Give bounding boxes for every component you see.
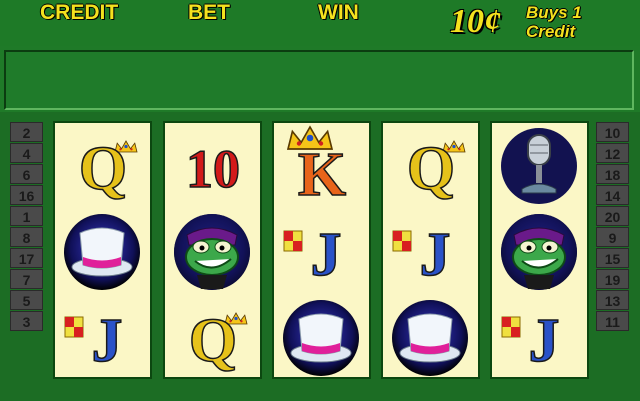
card-symbol-k: K [274,123,369,210]
payline-indicator[interactable]: 4 [10,143,43,163]
payline-indicator[interactable]: 9 [596,227,629,247]
top-hat-symbol [274,295,369,381]
svg-text:Q: Q [79,135,127,203]
payline-indicator[interactable]: 19 [596,269,629,289]
svg-text:Q: Q [189,307,237,375]
svg-text:K: K [298,141,346,209]
reel-1: Q J [53,121,152,379]
microphone-symbol [492,123,587,209]
payline-indicator[interactable]: 13 [596,290,629,310]
payline-indicator[interactable]: 10 [596,122,629,142]
payline-indicator[interactable]: 11 [596,311,629,331]
top-bar: CREDIT BET WIN 10¢ Buys 1 Credit [0,0,640,46]
message-box [4,50,634,110]
svg-text:J: J [92,307,123,375]
card-symbol-j: J [383,209,478,295]
card-symbol-10: 10 [165,123,260,209]
top-hat-symbol [55,209,150,295]
paylines-left: 2 4 6 16 1 8 17 7 5 3 [10,122,43,332]
reel-3: K J [272,121,371,379]
card-symbol-j: J [274,209,369,295]
payline-indicator[interactable]: 7 [10,269,43,289]
payline-indicator[interactable]: 14 [596,185,629,205]
payline-indicator[interactable]: 2 [10,122,43,142]
payline-indicator[interactable]: 12 [596,143,629,163]
reel-5: J [490,121,589,379]
payline-indicator[interactable]: 3 [10,311,43,331]
bet-label: BET [188,1,230,24]
svg-text:J: J [420,221,451,289]
svg-text:J: J [529,307,560,375]
payline-indicator[interactable]: 5 [10,290,43,310]
payline-indicator[interactable]: 1 [10,206,43,226]
card-symbol-q: Q [55,123,150,209]
denomination: 10¢ [450,3,501,40]
card-symbol-q: Q [383,123,478,209]
payline-indicator[interactable]: 18 [596,164,629,184]
payline-indicator[interactable]: 20 [596,206,629,226]
payline-indicator[interactable]: 6 [10,164,43,184]
paylines-right: 10 12 18 14 20 9 15 19 13 11 [596,122,629,332]
payline-indicator[interactable]: 16 [10,185,43,205]
top-hat-symbol [383,295,478,381]
svg-text:J: J [311,221,342,289]
buys-line-2: Credit [526,22,576,41]
frog-symbol [492,209,587,295]
payline-indicator[interactable]: 17 [10,248,43,268]
card-symbol-q: Q [165,295,260,381]
svg-text:Q: Q [407,135,455,203]
svg-text:10: 10 [186,139,240,199]
reel-4: Q J [381,121,480,379]
buys-line-1: Buys 1 [526,3,582,22]
reel-2: 10 Q [163,121,262,379]
frog-symbol [165,209,260,295]
win-label: WIN [318,1,359,24]
payline-indicator[interactable]: 15 [596,248,629,268]
payline-indicator[interactable]: 8 [10,227,43,247]
credit-label: CREDIT [40,1,119,24]
card-symbol-j: J [55,295,150,381]
card-symbol-j: J [492,295,587,381]
